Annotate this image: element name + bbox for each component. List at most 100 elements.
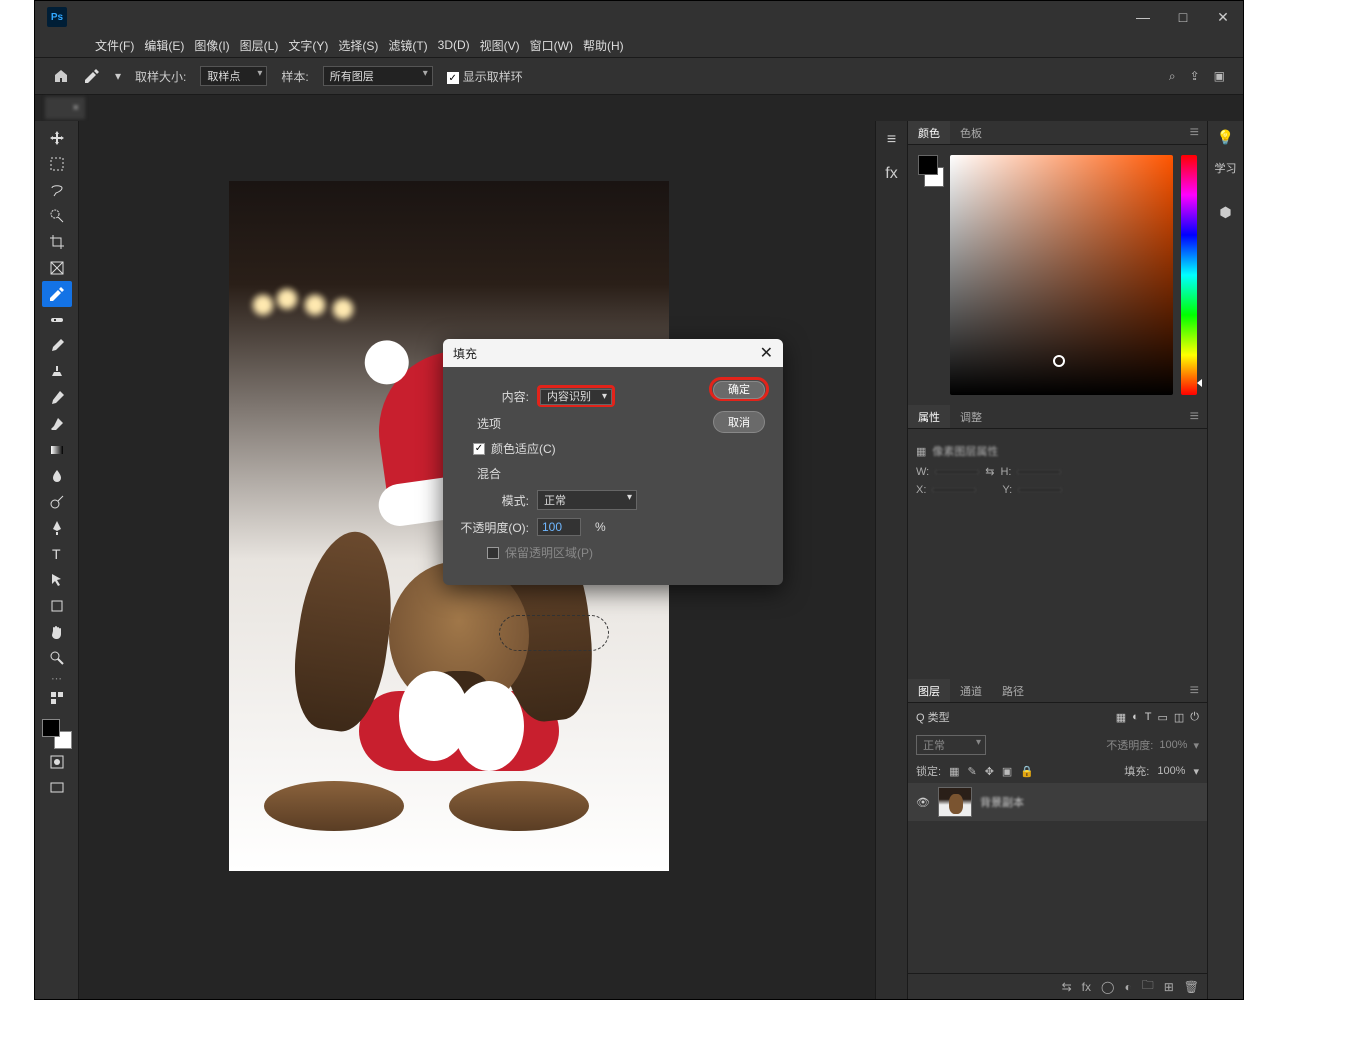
properties-panel-menu-icon[interactable]: ≡ <box>1182 408 1207 426</box>
lasso-tool[interactable] <box>42 177 72 203</box>
hue-slider[interactable] <box>1181 155 1197 395</box>
visibility-eye-icon[interactable]: 👁 <box>916 796 930 809</box>
filter-toggle-icon[interactable]: ⏻ <box>1190 711 1199 724</box>
properties-panel-tab[interactable]: 属性 <box>908 405 950 428</box>
search-icon[interactable]: ⌕ <box>1169 69 1176 84</box>
layer-blend-select[interactable]: 正常 <box>916 735 986 755</box>
clone-stamp-tool[interactable] <box>42 359 72 385</box>
menu-window[interactable]: 窗口(W) <box>530 37 573 54</box>
learn-icon[interactable]: 💡 <box>1217 129 1234 146</box>
filter-adjust-icon[interactable]: ◐ <box>1132 711 1139 723</box>
filter-smart-icon[interactable]: ◫ <box>1174 711 1184 724</box>
eyedropper-tool-icon[interactable] <box>83 67 101 85</box>
lock-all-icon[interactable]: 🔒 <box>1020 765 1034 778</box>
zoom-tool[interactable] <box>42 645 72 671</box>
history-panel-icon[interactable]: ≡ <box>887 131 896 149</box>
filter-shape-icon[interactable]: ▭ <box>1157 711 1167 724</box>
layer-fill-value[interactable]: 100% <box>1157 765 1185 777</box>
layer-row[interactable]: 👁 背景副本 <box>908 783 1207 821</box>
frame-tool[interactable] <box>42 255 72 281</box>
cancel-button[interactable]: 取消 <box>713 411 765 433</box>
menu-help[interactable]: 帮助(H) <box>583 37 624 54</box>
gradient-tool[interactable] <box>42 437 72 463</box>
pen-tool[interactable] <box>42 515 72 541</box>
menu-filter[interactable]: 滤镜(T) <box>388 37 427 54</box>
layer-thumbnail[interactable] <box>938 787 972 817</box>
color-swatches[interactable] <box>42 719 72 749</box>
y-field[interactable] <box>1018 488 1062 492</box>
window-minimize-button[interactable]: — <box>1123 1 1163 33</box>
delete-layer-icon[interactable]: 🗑 <box>1184 980 1199 994</box>
height-field[interactable] <box>1017 470 1061 474</box>
move-tool[interactable] <box>42 125 72 151</box>
menu-select[interactable]: 选择(S) <box>338 37 378 54</box>
window-close-button[interactable]: ✕ <box>1203 1 1243 33</box>
quickmask-icon[interactable] <box>42 749 72 775</box>
layers-panel-menu-icon[interactable]: ≡ <box>1182 682 1207 700</box>
libraries-icon[interactable]: ⬢ <box>1219 204 1231 221</box>
lock-trans-icon[interactable]: ▦ <box>949 765 959 778</box>
menu-layer[interactable]: 图层(L) <box>240 37 279 54</box>
color-adapt-checkbox[interactable]: ✓ <box>473 443 485 455</box>
screenmode-icon[interactable] <box>42 775 72 801</box>
dialog-title-bar[interactable]: 填充 ✕ <box>443 339 783 367</box>
x-field[interactable] <box>932 488 976 492</box>
document-tab[interactable]: × <box>45 97 85 119</box>
content-select[interactable]: 内容识别 <box>540 389 612 405</box>
lock-artboard-icon[interactable]: ▣ <box>1002 765 1012 778</box>
path-select-tool[interactable] <box>42 567 72 593</box>
menu-image[interactable]: 图像(I) <box>194 37 229 54</box>
hand-tool[interactable] <box>42 619 72 645</box>
edit-toolbar-icon[interactable] <box>42 685 72 711</box>
menu-type[interactable]: 文字(Y) <box>288 37 328 54</box>
layer-fx-icon[interactable]: fx <box>1082 980 1091 994</box>
width-field[interactable] <box>935 470 979 474</box>
layer-name[interactable]: 背景副本 <box>980 794 1024 810</box>
color-field[interactable] <box>950 155 1173 395</box>
new-layer-icon[interactable]: ⊞ <box>1164 980 1174 994</box>
adjustments-panel-tab[interactable]: 调整 <box>950 405 992 428</box>
preserve-transparency-checkbox[interactable] <box>487 547 499 559</box>
sample-from-select[interactable]: 所有图层 <box>323 66 433 86</box>
show-sample-ring-checkbox[interactable]: ✓显示取样环 <box>447 68 523 85</box>
shape-tool[interactable] <box>42 593 72 619</box>
link-icon[interactable]: ⇆ <box>985 465 994 478</box>
home-icon[interactable] <box>53 68 69 84</box>
type-tool[interactable]: T <box>42 541 72 567</box>
link-layers-icon[interactable]: ⇆ <box>1062 980 1072 994</box>
marquee-tool[interactable] <box>42 151 72 177</box>
new-adjust-icon[interactable]: ◐ <box>1124 980 1131 994</box>
filter-type-icon[interactable]: T <box>1145 711 1152 723</box>
layer-mask-icon[interactable]: ◯ <box>1101 980 1114 994</box>
blend-mode-select[interactable]: 正常 <box>537 490 637 510</box>
healing-brush-tool[interactable] <box>42 307 72 333</box>
close-tab-icon[interactable]: × <box>73 102 79 114</box>
menu-edit[interactable]: 编辑(E) <box>144 37 184 54</box>
color-panel-tab[interactable]: 颜色 <box>908 121 950 144</box>
eraser-tool[interactable] <box>42 411 72 437</box>
history-brush-tool[interactable] <box>42 385 72 411</box>
dodge-tool[interactable] <box>42 489 72 515</box>
workspace-icon[interactable]: ▣ <box>1214 69 1225 84</box>
paths-panel-tab[interactable]: 路径 <box>992 679 1034 702</box>
menu-3d[interactable]: 3D(D) <box>438 38 470 52</box>
swatches-panel-tab[interactable]: 色板 <box>950 121 992 144</box>
quick-select-tool[interactable] <box>42 203 72 229</box>
share-icon[interactable]: ⇪ <box>1190 69 1200 84</box>
lock-paint-icon[interactable]: ✎ <box>967 765 976 778</box>
window-maximize-button[interactable]: □ <box>1163 1 1203 33</box>
tool-more[interactable]: ⋯ <box>42 671 72 685</box>
ok-button[interactable]: 确定 <box>713 381 765 399</box>
menu-file[interactable]: 文件(F) <box>95 37 134 54</box>
sample-size-select[interactable]: 取样点 <box>200 66 267 86</box>
lock-pos-icon[interactable]: ✥ <box>985 765 994 778</box>
new-group-icon[interactable]: 🗀 <box>1142 976 1154 997</box>
channels-panel-tab[interactable]: 通道 <box>950 679 992 702</box>
actions-panel-icon[interactable]: fx <box>885 165 897 183</box>
menu-view[interactable]: 视图(V) <box>480 37 520 54</box>
eyedropper-tool[interactable] <box>42 281 72 307</box>
blur-tool[interactable] <box>42 463 72 489</box>
learn-label[interactable]: 学习 <box>1215 160 1237 176</box>
fg-bg-chip[interactable] <box>918 155 942 395</box>
crop-tool[interactable] <box>42 229 72 255</box>
